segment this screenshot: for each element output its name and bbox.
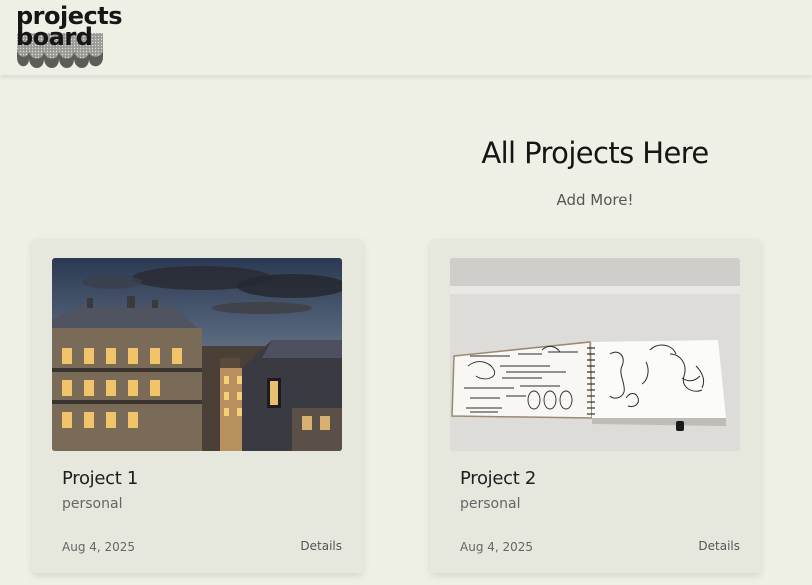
details-link[interactable]: Details	[300, 539, 342, 553]
logo-text-line2: board	[16, 23, 93, 51]
project-date: Aug 4, 2025	[62, 540, 136, 554]
project-thumbnail-sketchbook[interactable]	[450, 258, 740, 451]
add-more-link[interactable]: Add More!	[430, 191, 760, 209]
project-category: personal	[62, 496, 123, 512]
page-title: All Projects Here	[481, 136, 709, 170]
project-thumbnail-paris-rooftops[interactable]	[52, 258, 342, 451]
project-category: personal	[460, 496, 521, 512]
project-card[interactable]: Project 1 personal Aug 4, 2025 Details	[32, 239, 363, 573]
site-logo[interactable]: projects board	[16, 4, 126, 71]
details-link[interactable]: Details	[698, 539, 740, 553]
project-title[interactable]: Project 1	[62, 468, 138, 489]
project-title[interactable]: Project 2	[460, 468, 536, 489]
top-navbar: projects board	[0, 0, 812, 75]
project-date: Aug 4, 2025	[460, 540, 534, 554]
project-card[interactable]: Project 2 personal Aug 4, 2025 Details	[430, 239, 761, 573]
